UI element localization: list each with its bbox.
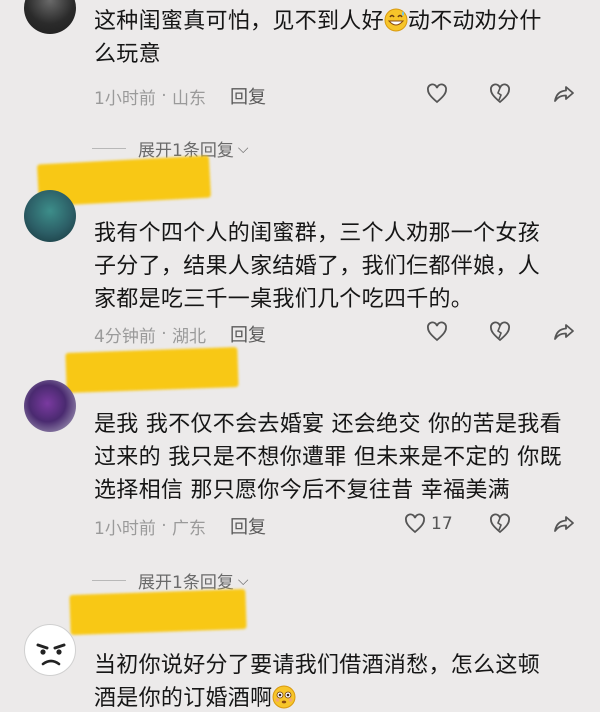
comment-text: 我有个四个人的闺蜜群，三个人劝那一个女孩 子分了，结果人家结婚了，我们仨都伴娘，…: [94, 217, 574, 316]
divider-line: [92, 148, 126, 149]
avatar[interactable]: [24, 624, 76, 676]
share-button[interactable]: [552, 320, 576, 344]
comment-actions: 17: [0, 512, 600, 538]
comment-text-part: 家都是吃三千一桌我们几个吃四千的。: [94, 287, 474, 312]
comment-text-part: 酒是你的订婚酒啊: [94, 686, 273, 711]
heart-icon: [427, 83, 447, 104]
share-arrow-icon: [554, 324, 574, 340]
share-button[interactable]: [552, 82, 576, 106]
grinning-sweat-emoji-icon: [384, 8, 408, 32]
share-arrow-icon: [554, 516, 574, 532]
chevron-down-icon: ⌵: [237, 572, 249, 589]
redaction-mark: [65, 347, 239, 393]
avatar[interactable]: [24, 380, 76, 432]
broken-heart-icon: [490, 513, 510, 534]
divider-line: [92, 580, 126, 581]
comment-text: 是我 我不仅不会去婚宴 还会绝交 你的苦是我看 过来的 我只是不想你遭罪 但未来…: [94, 408, 574, 507]
share-arrow-icon: [554, 86, 574, 102]
avatar[interactable]: [24, 190, 76, 242]
like-button[interactable]: [425, 320, 449, 344]
dislike-button[interactable]: [488, 82, 512, 106]
heart-icon: [427, 321, 447, 342]
like-button[interactable]: [425, 82, 449, 106]
comment-text-part: 么玩意: [94, 42, 161, 67]
like-count: 17: [431, 514, 453, 534]
angry-face-icon: [36, 643, 66, 666]
heart-icon: [405, 513, 425, 534]
share-button[interactable]: [552, 512, 576, 536]
comment-text-part: 子分了，结果人家结婚了，我们仨都伴娘，人: [94, 254, 541, 279]
comment-text: 这种闺蜜真可怕，见不到人好 动不动劝分什 么玩意: [94, 5, 574, 71]
comment-text-part: 过来的 我只是不想你遭罪 但未来是不定的 你既: [94, 445, 562, 470]
avatar[interactable]: [24, 0, 76, 34]
comment-text-part: 当初你说好分了要请我们借酒消愁，怎么这顿: [94, 653, 541, 678]
flushed-face-emoji-icon: [272, 685, 296, 709]
broken-heart-icon: [490, 83, 510, 104]
comment-text-part: 选择相信 那只愿你今后不复往昔 幸福美满: [94, 478, 510, 503]
chevron-down-icon: ⌵: [237, 140, 249, 157]
like-button[interactable]: 17: [403, 512, 453, 536]
dislike-button[interactable]: [488, 320, 512, 344]
comment-actions: [0, 320, 600, 346]
comment-text-part: 动不动劝分什: [407, 9, 542, 34]
comment-text-part: 是我 我不仅不会去婚宴 还会绝交 你的苦是我看: [94, 412, 562, 437]
comment-text-part: 这种闺蜜真可怕，见不到人好: [94, 9, 384, 34]
redaction-mark: [69, 588, 247, 636]
comment-text: 当初你说好分了要请我们借酒消愁，怎么这顿 酒是你的订婚酒啊: [94, 649, 574, 712]
comment-actions: [0, 82, 600, 108]
broken-heart-icon: [490, 321, 510, 342]
dislike-button[interactable]: [488, 512, 512, 536]
comment-text-part: 我有个四个人的闺蜜群，三个人劝那一个女孩: [94, 221, 541, 246]
